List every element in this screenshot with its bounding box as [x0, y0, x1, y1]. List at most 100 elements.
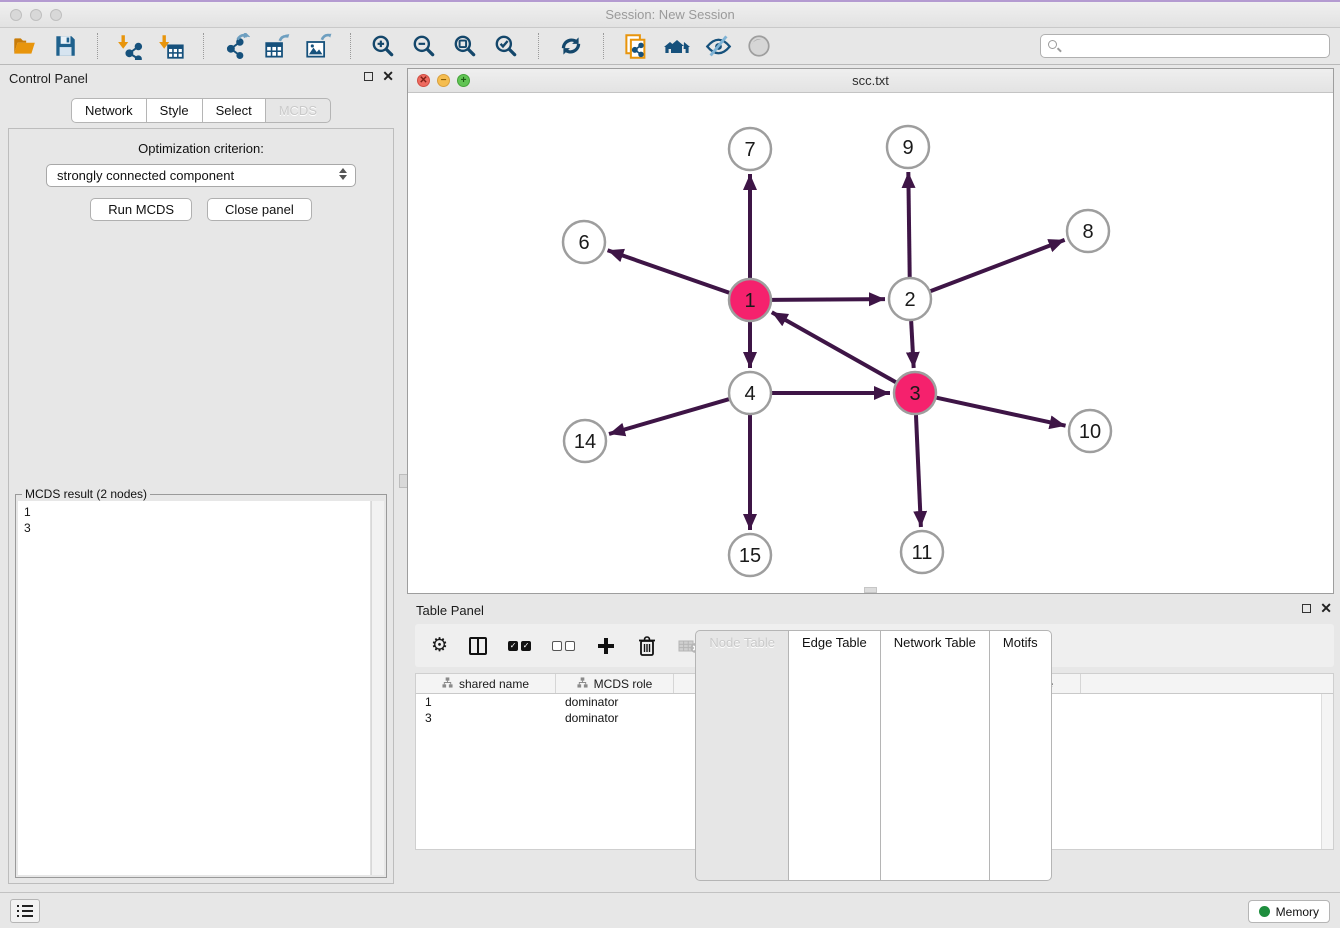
optimization-criterion-label: Optimization criterion: — [9, 141, 393, 156]
graph-node-8[interactable]: 8 — [1067, 210, 1109, 252]
toolbar-search — [1040, 34, 1330, 58]
node-label: 8 — [1082, 221, 1093, 243]
network-graph: 7 9 6 8 1 2 4 3 14 10 15 11 — [408, 93, 1333, 593]
toolbar-separator — [203, 33, 204, 59]
control-panel-header: Control Panel ✕ — [0, 65, 402, 91]
close-panel-icon[interactable]: ✕ — [382, 71, 394, 82]
edge-1-6[interactable] — [608, 250, 730, 292]
table-tab-edge-table[interactable]: Edge Table — [788, 630, 881, 881]
table-panel: Table Panel ✕ ⚙ ✓✓ — [407, 597, 1340, 890]
apply-layout-icon[interactable] — [557, 32, 585, 60]
control-panel-title: Control Panel — [9, 71, 88, 86]
optimization-criterion-select[interactable]: strongly connected component — [46, 164, 356, 187]
first-neighbors-icon[interactable] — [663, 32, 691, 60]
edge-2-8[interactable] — [931, 240, 1065, 291]
node-label: 6 — [578, 232, 589, 254]
toolbar-separator — [97, 33, 98, 59]
node-label: 9 — [902, 137, 913, 159]
new-network-from-selection-icon[interactable] — [622, 32, 650, 60]
node-label: 14 — [574, 431, 596, 453]
optimization-criterion-value: strongly connected component — [57, 168, 234, 183]
open-file-icon[interactable] — [10, 32, 38, 60]
edge-2-3[interactable] — [911, 321, 914, 368]
tab-network[interactable]: Network — [71, 98, 147, 123]
mcds-result-group: MCDS result (2 nodes) 1 3 — [15, 494, 387, 878]
edge-3-11[interactable] — [916, 415, 921, 527]
import-table-icon[interactable] — [157, 32, 185, 60]
node-label: 10 — [1079, 421, 1101, 443]
edge-4-14[interactable] — [609, 399, 729, 434]
graph-node-15[interactable]: 15 — [729, 534, 771, 576]
close-panel-button[interactable]: Close panel — [207, 198, 312, 221]
graph-node-11[interactable]: 11 — [901, 531, 943, 573]
node-label: 7 — [744, 139, 755, 161]
float-table-panel-icon[interactable] — [1302, 604, 1311, 613]
node-label: 1 — [744, 290, 755, 312]
mcds-result-list: 1 3 — [18, 501, 371, 875]
save-session-icon[interactable] — [51, 32, 79, 60]
table-panel-title: Table Panel — [416, 603, 484, 618]
close-table-panel-icon[interactable]: ✕ — [1320, 603, 1332, 614]
session-title: Session: New Session — [0, 7, 1340, 22]
network-window-title: scc.txt — [408, 73, 1333, 88]
export-image-icon[interactable] — [304, 32, 332, 60]
search-icon — [1048, 40, 1057, 49]
table-tabs: Node TableEdge TableNetwork TableMotifs — [407, 630, 1340, 881]
tab-mcds[interactable]: MCDS — [265, 98, 331, 123]
node-label: 4 — [744, 383, 755, 405]
main-toolbar — [0, 28, 1340, 65]
network-view-window: ✕ − + scc.txt 7968124314101511 — [407, 68, 1334, 594]
export-network-icon[interactable] — [222, 32, 250, 60]
app-titlebar: Session: New Session — [0, 2, 1340, 28]
control-panel: Control Panel ✕ NetworkStyleSelectMCDS O… — [0, 65, 402, 886]
zoom-fit-icon[interactable] — [451, 32, 479, 60]
table-panel-header: Table Panel ✕ — [407, 597, 1340, 623]
memory-status-icon — [1259, 906, 1270, 917]
table-tab-motifs[interactable]: Motifs — [989, 630, 1052, 881]
memory-button[interactable]: Memory — [1248, 900, 1330, 923]
graph-node-9[interactable]: 9 — [887, 126, 929, 168]
horizontal-splitter-handle[interactable] — [864, 587, 877, 593]
zoom-out-icon[interactable] — [410, 32, 438, 60]
edge-1-2[interactable] — [772, 299, 885, 300]
edge-2-9[interactable] — [908, 172, 909, 277]
select-arrows-icon — [339, 168, 347, 180]
table-tab-node-table[interactable]: Node Table — [695, 630, 789, 881]
control-panel-tabs: NetworkStyleSelectMCDS — [0, 98, 402, 123]
graph-node-10[interactable]: 10 — [1069, 410, 1111, 452]
toolbar-separator — [538, 33, 539, 59]
edge-3-1[interactable] — [772, 312, 896, 382]
run-mcds-button[interactable]: Run MCDS — [90, 198, 192, 221]
task-history-button[interactable] — [10, 899, 40, 923]
memory-label: Memory — [1276, 905, 1319, 919]
status-bar: Memory — [0, 892, 1340, 928]
graph-node-2[interactable]: 2 — [889, 278, 931, 320]
list-icon — [16, 904, 34, 918]
graph-node-4[interactable]: 4 — [729, 372, 771, 414]
tab-style[interactable]: Style — [146, 98, 203, 123]
node-label: 2 — [904, 289, 915, 311]
node-label: 11 — [912, 542, 933, 564]
tab-select[interactable]: Select — [202, 98, 266, 123]
result-scrollbar[interactable] — [371, 501, 384, 875]
hide-selected-icon[interactable] — [704, 32, 732, 60]
show-all-icon — [745, 32, 773, 60]
search-input[interactable] — [1040, 34, 1330, 58]
network-canvas[interactable]: 7 9 6 8 1 2 4 3 14 10 15 11 — [408, 93, 1333, 593]
table-tab-network-table[interactable]: Network Table — [880, 630, 990, 881]
zoom-in-icon[interactable] — [369, 32, 397, 60]
mcds-tab-content: Optimization criterion: strongly connect… — [8, 128, 394, 884]
edge-3-10[interactable] — [936, 398, 1065, 426]
node-label: 3 — [909, 383, 920, 405]
toolbar-separator — [350, 33, 351, 59]
import-network-icon[interactable] — [116, 32, 144, 60]
graph-node-3[interactable]: 3 — [894, 372, 936, 414]
graph-node-14[interactable]: 14 — [564, 420, 606, 462]
graph-node-1[interactable]: 1 — [729, 279, 771, 321]
zoom-selected-icon[interactable] — [492, 32, 520, 60]
export-table-icon[interactable] — [263, 32, 291, 60]
graph-node-6[interactable]: 6 — [563, 221, 605, 263]
graph-node-7[interactable]: 7 — [729, 128, 771, 170]
float-panel-icon[interactable] — [364, 72, 373, 81]
node-label: 15 — [739, 545, 761, 567]
